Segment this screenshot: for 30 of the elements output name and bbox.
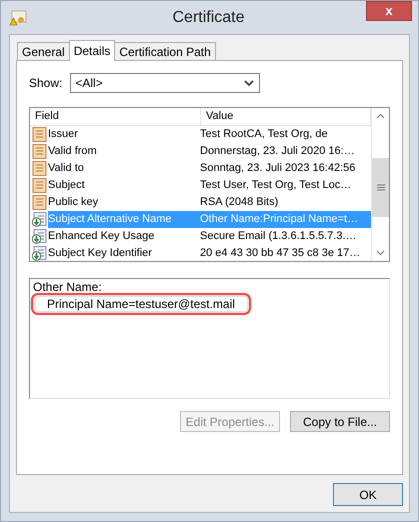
list-row[interactable]: Issuer Test RootCA, Test Org, de <box>48 126 371 143</box>
certificate-icon <box>9 10 27 26</box>
document-icon <box>32 178 47 193</box>
list-row[interactable]: Enhanced Key Usage Secure Email (1.3.6.1.5.5.7.3.… <box>48 228 371 245</box>
document-icon <box>32 127 47 142</box>
detail-line: Other Name: <box>33 280 102 294</box>
document-icon <box>32 144 47 159</box>
document-download-icon <box>32 212 47 227</box>
document-icon <box>32 195 47 210</box>
tab[interactable]: Details <box>68 40 116 61</box>
document-download-icon <box>32 229 47 244</box>
close-button[interactable]: x <box>366 1 412 21</box>
action-button[interactable]: Copy to File... <box>290 411 390 432</box>
show-dropdown[interactable]: <All> <box>70 73 260 93</box>
document-icon <box>32 161 47 176</box>
document-download-icon <box>32 246 47 261</box>
list-row[interactable]: Public key RSA (2048 Bits) <box>48 194 371 211</box>
list-row[interactable]: Subject Test User, Test Org, Test Loc… <box>48 177 371 194</box>
show-label: Show: <box>29 76 62 90</box>
grip-icon[interactable] <box>376 184 384 191</box>
window-title: Certificate <box>171 8 246 26</box>
list-row[interactable]: Subject Key Identifier 20 e4 43 30 bb 47 35 c8 3e 17… <box>48 245 371 261</box>
tab[interactable]: General <box>17 42 70 60</box>
scrollbar[interactable] <box>371 108 389 261</box>
list-row[interactable]: Valid from Donnerstag, 23. Juli 2020 16:… <box>48 143 371 160</box>
tab[interactable]: Certification Path <box>114 42 216 60</box>
column-header[interactable]: Field <box>30 108 201 125</box>
chevron-down-icon <box>244 80 254 86</box>
list-row[interactable]: Valid to Sonntag, 23. Juli 2023 16:42:56 <box>48 160 371 177</box>
ok-button[interactable]: OK <box>333 483 403 506</box>
